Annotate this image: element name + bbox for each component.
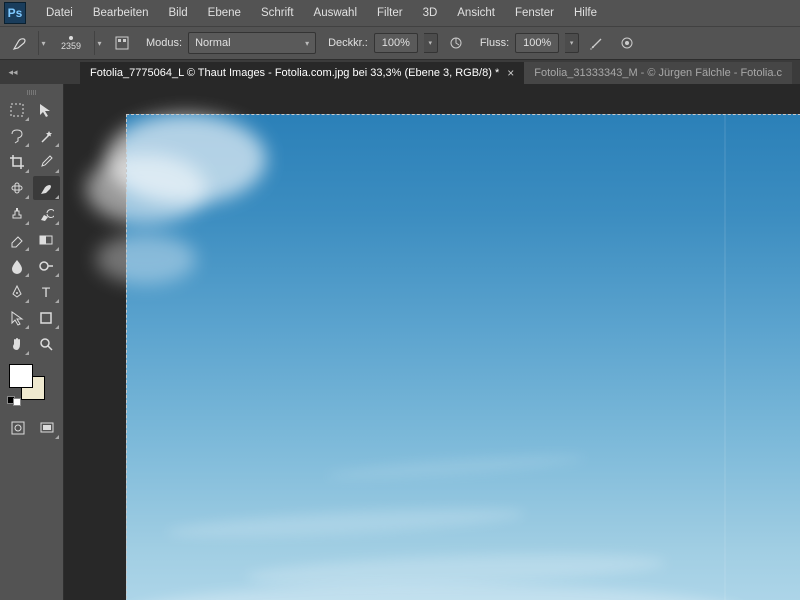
history-brush-tool[interactable] bbox=[33, 202, 60, 226]
menu-auswahl[interactable]: Auswahl bbox=[304, 0, 367, 26]
canvas-area[interactable] bbox=[64, 84, 800, 600]
menu-datei[interactable]: Datei bbox=[36, 0, 83, 26]
dodge-tool[interactable] bbox=[33, 254, 60, 278]
hand-tool[interactable] bbox=[3, 332, 30, 356]
document-tab-inactive[interactable]: Fotolia_31333343_M - © Jürgen Fälchle - … bbox=[524, 62, 792, 84]
menu-bar: Ps Datei Bearbeiten Bild Ebene Schrift A… bbox=[0, 0, 800, 26]
tab-label: Fotolia_7775064_L © Thaut Images - Fotol… bbox=[90, 67, 499, 79]
current-tool-icon[interactable] bbox=[8, 31, 32, 55]
brush-dot-icon bbox=[69, 36, 73, 40]
magic-wand-tool[interactable] bbox=[33, 124, 60, 148]
move-tool[interactable] bbox=[33, 98, 60, 122]
menu-fenster[interactable]: Fenster bbox=[505, 0, 564, 26]
default-colors-icon[interactable] bbox=[7, 396, 21, 406]
eraser-tool[interactable] bbox=[3, 228, 30, 252]
menu-schrift[interactable]: Schrift bbox=[251, 0, 304, 26]
airbrush-icon[interactable] bbox=[585, 31, 609, 55]
zoom-tool[interactable] bbox=[33, 332, 60, 356]
gradient-tool[interactable] bbox=[33, 228, 60, 252]
opacity-input[interactable]: 100% bbox=[374, 33, 418, 53]
svg-text:T: T bbox=[42, 284, 51, 300]
color-swatches[interactable] bbox=[9, 364, 49, 404]
tab-label: Fotolia_31333343_M - © Jürgen Fälchle - … bbox=[534, 67, 782, 79]
menu-ansicht[interactable]: Ansicht bbox=[447, 0, 505, 26]
toolbox: T bbox=[0, 84, 64, 600]
flow-label: Fluss: bbox=[480, 37, 509, 49]
options-bar: ▾ 2359 ▾ Modus: Normal ▾ Deckkr.: 100% ▾… bbox=[0, 26, 800, 60]
chevron-down-icon: ▾ bbox=[305, 39, 309, 48]
healing-brush-tool[interactable] bbox=[3, 176, 30, 200]
cloud-graphic bbox=[86, 154, 206, 224]
crop-tool[interactable] bbox=[3, 150, 30, 174]
image-seam bbox=[724, 114, 726, 600]
tool-preset-dropdown[interactable]: ▾ bbox=[38, 31, 48, 55]
brush-panel-icon[interactable] bbox=[110, 31, 134, 55]
lasso-tool[interactable] bbox=[3, 124, 30, 148]
blur-tool[interactable] bbox=[3, 254, 30, 278]
brush-size-value: 2359 bbox=[61, 41, 81, 51]
document-tab-active[interactable]: Fotolia_7775064_L © Thaut Images - Fotol… bbox=[80, 62, 524, 84]
cloud-graphic bbox=[96, 234, 196, 284]
path-selection-tool[interactable] bbox=[3, 306, 30, 330]
clone-stamp-tool[interactable] bbox=[3, 202, 30, 226]
workspace: T bbox=[0, 84, 800, 600]
app-logo: Ps bbox=[4, 2, 26, 24]
mode-label: Modus: bbox=[146, 37, 182, 49]
pen-tool[interactable] bbox=[3, 280, 30, 304]
pressure-size-icon[interactable] bbox=[615, 31, 639, 55]
blend-mode-select[interactable]: Normal ▾ bbox=[188, 32, 316, 54]
menu-bearbeiten[interactable]: Bearbeiten bbox=[83, 0, 159, 26]
menu-hilfe[interactable]: Hilfe bbox=[564, 0, 607, 26]
blend-mode-value: Normal bbox=[195, 37, 230, 49]
menu-3d[interactable]: 3D bbox=[413, 0, 448, 26]
opacity-dropdown[interactable]: ▾ bbox=[424, 33, 438, 53]
brush-size-dropdown[interactable]: ▾ bbox=[94, 31, 104, 55]
screen-mode-tool[interactable] bbox=[34, 416, 61, 440]
pressure-opacity-icon[interactable] bbox=[444, 31, 468, 55]
menu-ebene[interactable]: Ebene bbox=[198, 0, 251, 26]
type-tool[interactable]: T bbox=[33, 280, 60, 304]
eyedropper-tool[interactable] bbox=[33, 150, 60, 174]
toolbox-grip[interactable] bbox=[3, 88, 60, 96]
close-icon[interactable]: × bbox=[507, 66, 514, 80]
menu-filter[interactable]: Filter bbox=[367, 0, 413, 26]
collapse-icon[interactable]: ◂◂ bbox=[4, 63, 22, 81]
marquee-tool[interactable] bbox=[3, 98, 30, 122]
canvas[interactable] bbox=[126, 114, 800, 600]
quick-mask-tool[interactable] bbox=[5, 416, 32, 440]
shape-tool[interactable] bbox=[33, 306, 60, 330]
menu-bild[interactable]: Bild bbox=[158, 0, 197, 26]
brush-tool[interactable] bbox=[33, 176, 60, 200]
flow-input[interactable]: 100% bbox=[515, 33, 559, 53]
foreground-color-swatch[interactable] bbox=[9, 364, 33, 388]
opacity-label: Deckkr.: bbox=[328, 37, 368, 49]
document-tab-bar: ◂◂ Fotolia_7775064_L © Thaut Images - Fo… bbox=[0, 60, 800, 84]
flow-dropdown[interactable]: ▾ bbox=[565, 33, 579, 53]
brush-preview[interactable]: 2359 bbox=[54, 29, 88, 57]
